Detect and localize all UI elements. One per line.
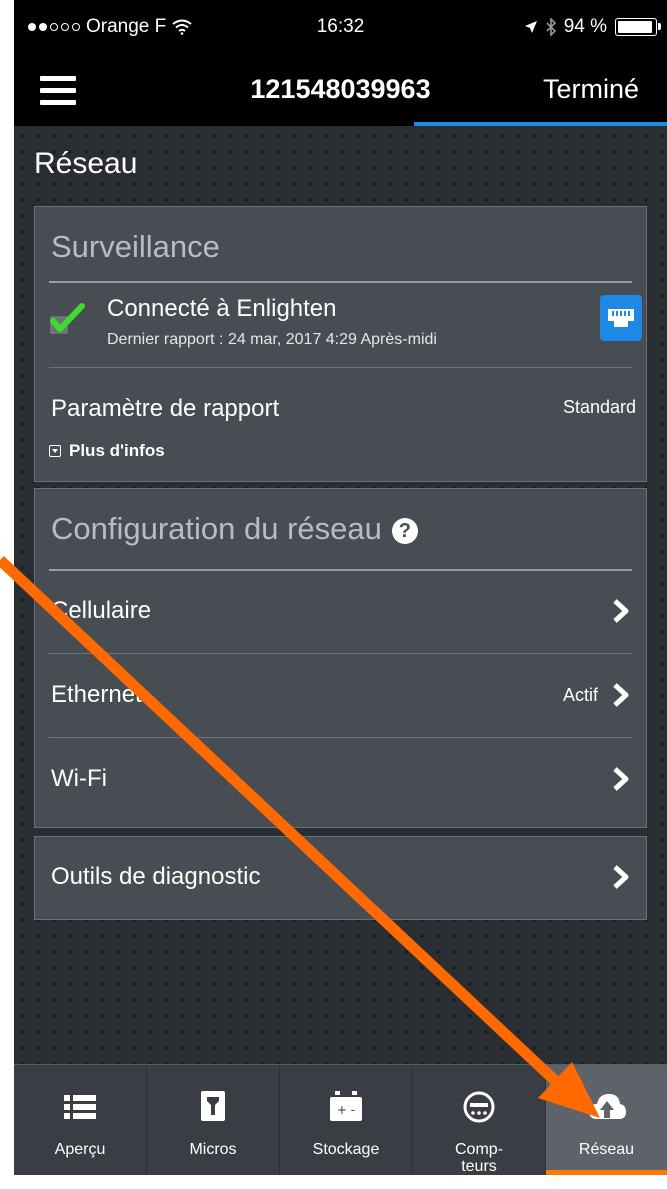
row-label: Outils de diagnostic xyxy=(51,863,261,890)
check-icon xyxy=(50,303,85,334)
surveillance-panel: Surveillance Connecté à Enlighten Dernie… xyxy=(34,206,647,482)
surveillance-header: Surveillance xyxy=(51,229,220,264)
chevron-right-icon xyxy=(613,767,629,791)
row-label: Cellulaire xyxy=(51,597,152,624)
network-config-title: Configuration du réseau xyxy=(51,511,382,546)
row-divider xyxy=(49,367,632,368)
report-setting-label: Paramètre de rapport xyxy=(51,395,280,422)
active-tab-indicator xyxy=(546,1170,667,1175)
tab-label: Aperçu xyxy=(54,1141,106,1158)
tab-label: Réseau xyxy=(578,1141,635,1158)
nav-active-indicator xyxy=(414,122,667,126)
bluetooth-icon xyxy=(546,18,556,36)
last-report-text: Dernier rapport : 24 mar, 2017 4:29 Aprè… xyxy=(107,331,437,348)
tab-bar: Aperçu Micros + - Stockage Comp- teurs R… xyxy=(14,1064,667,1175)
report-setting-value[interactable]: Standard xyxy=(563,397,636,418)
phone-screen: Orange F 16:32 94 % 121548039963 Terminé xyxy=(14,0,667,1175)
tab-storage[interactable]: + - Stockage xyxy=(280,1065,413,1175)
tab-meters[interactable]: Comp- teurs xyxy=(413,1065,546,1175)
row-divider xyxy=(49,737,632,738)
chevron-right-icon xyxy=(613,683,629,707)
row-diagnostics[interactable]: Outils de diagnostic xyxy=(35,837,646,917)
tab-label: Stockage xyxy=(312,1141,380,1158)
ethernet-status: Actif xyxy=(562,685,598,705)
tab-overview[interactable]: Aperçu xyxy=(14,1065,147,1175)
nav-bar: 121548039963 Terminé xyxy=(14,56,667,126)
row-cellular[interactable]: Cellulaire xyxy=(35,571,646,651)
page-title: Réseau xyxy=(34,147,138,180)
cloud-upload-icon xyxy=(588,1094,626,1119)
network-config-panel: Configuration du réseau? Cellulaire Ethe… xyxy=(34,488,647,828)
tab-label: Comp- teurs xyxy=(454,1141,503,1175)
location-arrow-icon xyxy=(524,21,537,33)
battery-percent: 94 % xyxy=(563,16,607,37)
list-icon xyxy=(64,1095,96,1119)
meter-icon xyxy=(463,1091,495,1123)
battery-icon xyxy=(615,18,661,36)
expand-icon xyxy=(49,445,61,457)
help-icon[interactable]: ? xyxy=(391,517,418,544)
more-info-toggle[interactable]: Plus d'infos xyxy=(49,441,165,461)
connection-status-title: Connecté à Enlighten xyxy=(107,295,337,322)
microinverter-icon xyxy=(201,1091,225,1121)
more-info-label: Plus d'infos xyxy=(69,441,165,460)
tab-micros[interactable]: Micros xyxy=(147,1065,280,1175)
battery-storage-icon: + - xyxy=(330,1091,362,1121)
header-divider xyxy=(49,281,632,283)
ethernet-port-icon[interactable] xyxy=(600,295,642,341)
row-wifi[interactable]: Wi-Fi xyxy=(35,739,646,819)
chevron-right-icon xyxy=(613,599,629,623)
status-right: 94 % xyxy=(524,16,661,38)
done-button[interactable]: Terminé xyxy=(543,74,639,105)
network-config-header: Configuration du réseau? xyxy=(51,511,418,547)
svg-text:+ -: + - xyxy=(337,1103,355,1117)
row-label: Wi-Fi xyxy=(51,765,107,792)
chevron-right-icon xyxy=(613,865,629,889)
row-divider xyxy=(49,653,632,654)
tab-network[interactable]: Réseau xyxy=(546,1065,667,1175)
tab-label: Micros xyxy=(189,1141,237,1158)
row-ethernet[interactable]: Ethernet Actif xyxy=(35,655,646,735)
row-label: Ethernet xyxy=(51,681,142,708)
status-bar: Orange F 16:32 94 % xyxy=(14,0,667,56)
diagnostics-panel: Outils de diagnostic xyxy=(34,836,647,920)
